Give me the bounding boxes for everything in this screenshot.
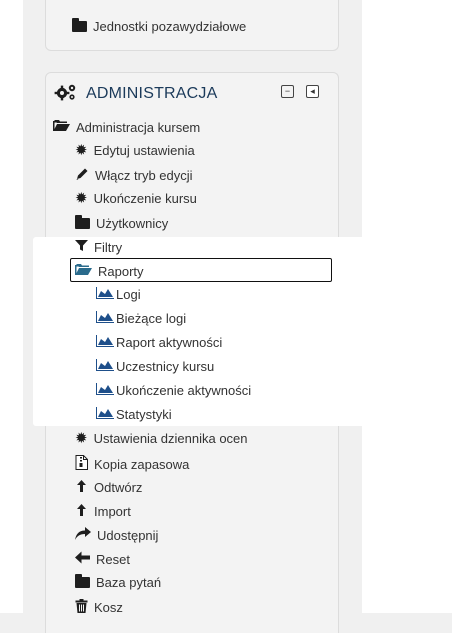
tree-item-statistics[interactable]: Statystyki — [96, 407, 172, 422]
area-chart-icon — [96, 359, 114, 374]
gear-icon: ✹ — [75, 190, 88, 207]
page-margin-left — [0, 0, 23, 613]
tree-item-label: Import — [94, 504, 131, 519]
area-chart-icon — [96, 311, 114, 326]
tree-item-reports[interactable]: Raporty — [75, 263, 144, 279]
cogs-icon — [54, 83, 78, 104]
tree-item-import[interactable]: Import — [75, 503, 131, 520]
tree-item-question-bank[interactable]: Baza pytań — [75, 574, 162, 590]
gear-icon: ✹ — [75, 430, 88, 447]
tree-item-filters[interactable]: Filtry — [75, 239, 122, 255]
arrow-left-icon — [75, 551, 90, 567]
folder-open-icon — [75, 263, 92, 279]
upload-icon — [75, 479, 88, 496]
tree-item-label: Baza pytań — [96, 575, 162, 590]
tree-item-label: Statystyki — [116, 407, 172, 422]
nav-item-jednostki[interactable]: Jednostki pozawydziałowe — [72, 18, 247, 34]
tree-item-label: Ustawienia dziennika ocen — [93, 431, 248, 446]
dock-block-icon[interactable]: ◂ — [306, 85, 319, 98]
tree-item-label: Administracja kursem — [76, 119, 201, 135]
tree-item-share[interactable]: Udostępnij — [75, 527, 158, 543]
tree-item-label: Reset — [96, 551, 130, 567]
tree-item-label: Filtry — [94, 239, 123, 255]
share-icon — [75, 527, 91, 543]
folder-icon — [72, 18, 87, 32]
trash-icon — [75, 599, 88, 616]
folder-icon — [75, 215, 90, 229]
block-title: ADMINISTRACJA — [54, 83, 218, 104]
tree-item-label: Kopia zapasowa — [94, 456, 190, 472]
tree-item-recycle-bin[interactable]: Kosz — [75, 599, 123, 616]
folder-icon — [75, 574, 90, 588]
tree-item-edit-settings[interactable]: ✹ Edytuj ustawienia — [75, 143, 195, 158]
tree-item-label: Użytkownicy — [96, 216, 169, 231]
tree-item-label: Raport aktywności — [116, 335, 223, 350]
tree-item-users[interactable]: Użytkownicy — [75, 215, 169, 231]
area-chart-icon — [96, 287, 114, 302]
tree-item-restore[interactable]: Odtwórz — [75, 479, 142, 496]
tree-item-label: Ukończenie aktywności — [116, 383, 252, 398]
tree-item-backup[interactable]: Kopia zapasowa — [75, 455, 189, 473]
tree-item-course-completion[interactable]: ✹ Ukończenie kursu — [75, 191, 197, 206]
tree-item-activity-report[interactable]: Raport aktywności — [96, 335, 222, 350]
tree-item-label: Ukończenie kursu — [93, 191, 197, 206]
tree-item-label: Raporty — [98, 263, 144, 279]
tree-item-label: Włącz tryb edycji — [95, 168, 193, 183]
filter-icon — [75, 239, 88, 255]
tree-item-reset[interactable]: Reset — [75, 551, 130, 567]
area-chart-icon — [96, 407, 114, 422]
tree-item-activity-completion[interactable]: Ukończenie aktywności — [96, 383, 251, 398]
block-title-text: ADMINISTRACJA — [86, 84, 218, 102]
tree-item-label: Udostępnij — [97, 527, 159, 543]
file-archive-icon — [75, 455, 88, 473]
tree-item-edit-mode[interactable]: Włącz tryb edycji — [75, 167, 193, 184]
tree-item-label: Bieżące logi — [116, 311, 187, 326]
tree-item-label: Edytuj ustawienia — [93, 143, 195, 158]
tree-item-label: Odtwórz — [94, 480, 143, 495]
tree-item-logs[interactable]: Logi — [96, 287, 141, 302]
folder-open-icon — [53, 119, 70, 135]
gear-icon: ✹ — [75, 142, 88, 159]
area-chart-icon — [96, 383, 114, 398]
collapse-block-icon[interactable]: − — [281, 85, 294, 98]
upload-icon — [75, 503, 88, 520]
nav-item-label: Jednostki pozawydziałowe — [93, 19, 247, 34]
tree-item-participation[interactable]: Uczestnicy kursu — [96, 359, 214, 374]
tree-item-gradebook-setup[interactable]: ✹ Ustawienia dziennika ocen — [75, 431, 248, 446]
tree-item-live-logs[interactable]: Bieżące logi — [96, 311, 186, 326]
pencil-icon — [75, 167, 89, 184]
tree-item-course-admin[interactable]: Administracja kursem — [53, 119, 200, 135]
tree-item-label: Uczestnicy kursu — [116, 359, 215, 374]
area-chart-icon — [96, 335, 114, 350]
tree-item-label: Logi — [116, 287, 141, 302]
